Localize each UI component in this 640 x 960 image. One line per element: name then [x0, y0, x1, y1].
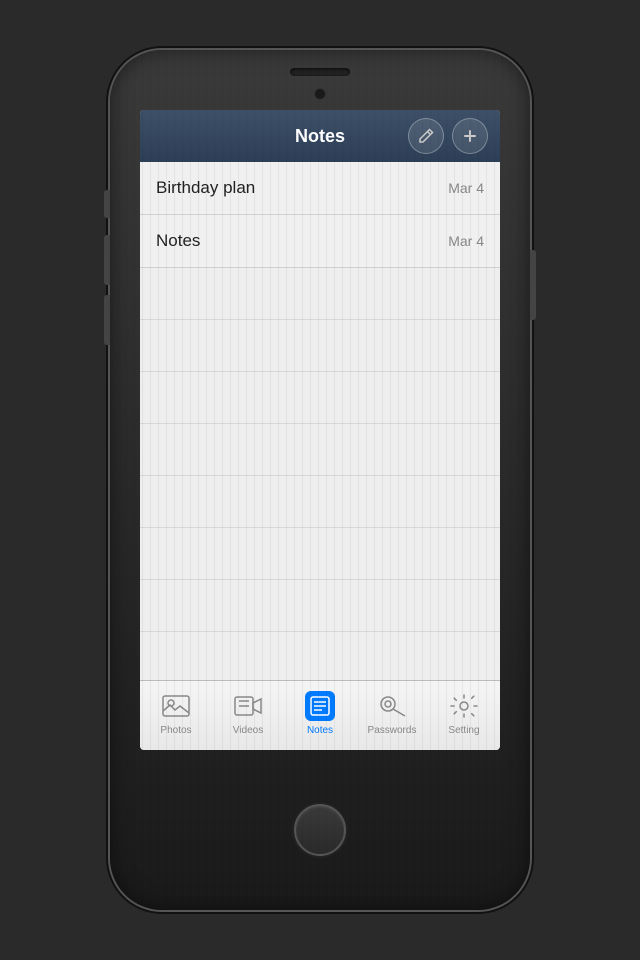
notes-tab-label: Notes [307, 725, 333, 736]
volume-down-button[interactable] [104, 295, 110, 345]
power-button[interactable] [530, 250, 536, 320]
phone-shell: Notes Birthday p [110, 50, 530, 910]
empty-line-2 [140, 320, 500, 372]
setting-tab-icon [449, 691, 479, 721]
phone-top [110, 50, 530, 110]
phone-bottom [294, 750, 346, 910]
note-date-notes: Mar 4 [448, 233, 484, 249]
empty-line-8 [140, 632, 500, 680]
note-item-notes[interactable]: Notes Mar 4 [140, 215, 500, 268]
tab-videos[interactable]: Videos [212, 681, 284, 750]
plus-icon [462, 128, 478, 144]
tab-setting[interactable]: Setting [428, 681, 500, 750]
mute-button[interactable] [104, 190, 110, 218]
note-item-birthday[interactable]: Birthday plan Mar 4 [140, 162, 500, 215]
photos-tab-icon [161, 691, 191, 721]
videos-tab-icon [233, 691, 263, 721]
setting-tab-label: Setting [448, 725, 479, 736]
nav-buttons [408, 118, 488, 154]
note-date-birthday: Mar 4 [448, 180, 484, 196]
nav-title: Notes [232, 126, 408, 147]
nav-bar: Notes [140, 110, 500, 162]
note-title-birthday: Birthday plan [156, 178, 255, 198]
notes-list: Birthday plan Mar 4 Notes Mar 4 [140, 162, 500, 680]
add-button[interactable] [452, 118, 488, 154]
videos-tab-label: Videos [233, 725, 263, 736]
screen: Notes Birthday p [140, 110, 500, 750]
empty-line-7 [140, 580, 500, 632]
empty-line-3 [140, 372, 500, 424]
front-camera [314, 88, 326, 100]
passwords-tab-icon [377, 691, 407, 721]
empty-line-1 [140, 268, 500, 320]
home-button[interactable] [294, 804, 346, 856]
speaker-grille [290, 68, 350, 76]
empty-line-5 [140, 476, 500, 528]
edit-button[interactable] [408, 118, 444, 154]
tab-photos[interactable]: Photos [140, 681, 212, 750]
note-title-notes: Notes [156, 231, 200, 251]
photos-tab-label: Photos [160, 725, 191, 736]
tab-bar: Photos Videos [140, 680, 500, 750]
tab-notes[interactable]: Notes [284, 681, 356, 750]
empty-line-4 [140, 424, 500, 476]
passwords-tab-label: Passwords [368, 725, 417, 736]
tab-passwords[interactable]: Passwords [356, 681, 428, 750]
notes-tab-icon [305, 691, 335, 721]
pencil-icon [418, 128, 434, 144]
empty-line-6 [140, 528, 500, 580]
volume-up-button[interactable] [104, 235, 110, 285]
